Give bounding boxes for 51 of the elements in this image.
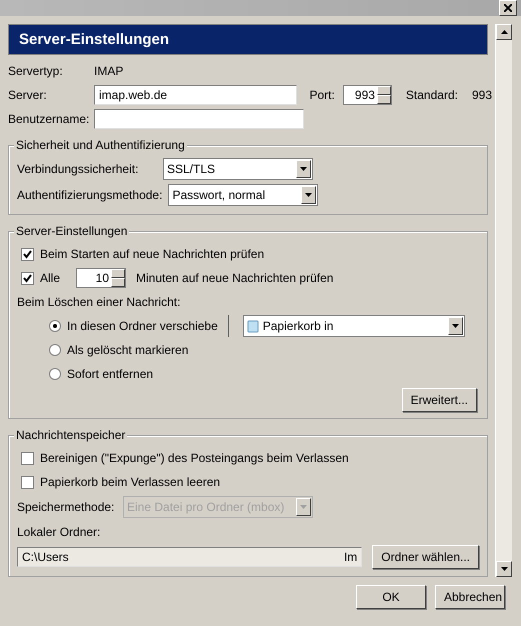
field-label: Verbindungssicherheit:	[17, 162, 140, 176]
port-field[interactable]: 993	[343, 85, 392, 105]
scroll-up-icon	[500, 30, 508, 34]
checkbox-label: Alle	[40, 271, 62, 285]
caret-icon	[305, 193, 312, 197]
checkbox[interactable]	[21, 476, 34, 488]
radio-label: In diesen Ordner verschiebe	[67, 319, 218, 333]
field-label: Speichermethode:	[17, 500, 116, 514]
checkbox-label: Papierkorb beim Verlassen leeren	[40, 475, 220, 489]
radio-label: Als gelöscht markieren	[67, 343, 188, 357]
default-port-value: 993	[472, 88, 492, 102]
field-label: Minuten auf neue Nachrichten prüfen	[136, 271, 334, 285]
advanced-button[interactable]: Erweitert...	[402, 388, 477, 412]
dropdown[interactable]: Passwort, normal	[168, 184, 318, 206]
field-label: Beim Löschen einer Nachricht:	[17, 295, 180, 309]
group-title: Nachrichtenspeicher	[14, 428, 128, 442]
checkbox[interactable]	[21, 248, 34, 260]
server-type-value: IMAP	[94, 64, 124, 78]
page-title: Server-Einstellungen	[8, 24, 488, 55]
caret-icon	[300, 167, 307, 171]
close-icon[interactable]	[499, 0, 517, 16]
username-field[interactable]	[94, 109, 304, 129]
folder-dropdown[interactable]: Papierkorb in	[242, 315, 465, 337]
server-field[interactable]: imap.web.de	[94, 85, 298, 105]
choose-folder-button[interactable]: Ordner wählen...	[372, 545, 479, 569]
radio-button[interactable]	[49, 344, 61, 356]
caret-icon	[452, 324, 459, 328]
field-label: Servertyp:	[8, 64, 64, 78]
field-label: Authentifizierungsmethode:	[17, 188, 162, 202]
dialog-button[interactable]: OK	[356, 585, 426, 609]
field-label: Server:	[8, 88, 48, 102]
group-title: Sicherheit und Authentifizierung	[14, 138, 187, 152]
checkbox-label: Bereinigen ("Expunge") des Posteingangs beim Verlassen	[40, 451, 349, 465]
field-label: Benutzername:	[8, 112, 88, 126]
scrollbar[interactable]	[495, 24, 512, 577]
group-title: Server-Einstellungen	[14, 224, 130, 238]
field-label: Lokaler Ordner:	[17, 525, 100, 539]
checkbox-label: Beim Starten auf neue Nachrichten prüfen	[40, 247, 264, 261]
radio-label: Sofort entfernen	[67, 367, 154, 381]
dropdown[interactable]: SSL/TLS	[163, 158, 313, 180]
field-label: Standard:	[406, 88, 458, 102]
dialog-button[interactable]: Abbrechen	[435, 585, 505, 609]
radio-button[interactable]	[49, 368, 61, 380]
field-label: Port:	[309, 88, 336, 102]
checkbox[interactable]	[21, 272, 34, 284]
radio-button[interactable]	[49, 320, 61, 332]
scroll-down-icon	[500, 567, 508, 571]
local-folder-field[interactable]: C:\Users Im	[17, 547, 362, 567]
checkbox[interactable]	[21, 452, 34, 464]
caret-icon	[300, 505, 307, 509]
minutes-field[interactable]: 10	[76, 268, 126, 288]
